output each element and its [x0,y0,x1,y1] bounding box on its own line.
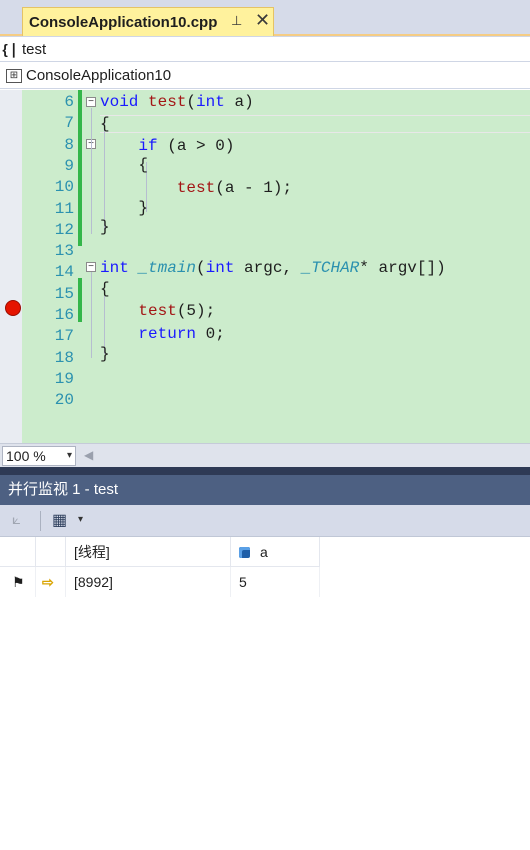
outline-guide [91,272,92,358]
code-line[interactable]: { [100,114,110,134]
pin-icon[interactable]: ⊥ [231,13,242,29]
code-line[interactable]: return 0; [100,324,224,344]
collapse-icon[interactable]: − [86,97,96,107]
thread-column-label: [线程] [74,544,110,560]
code-line[interactable]: { [100,155,148,175]
breakpoint-icon[interactable] [5,300,21,316]
variable-column-label: a [260,544,268,560]
variable-column-header[interactable]: a [231,537,320,567]
table-row-thread[interactable]: [8992] [66,567,231,597]
code-line[interactable]: } [100,198,148,218]
change-tracking-bar [78,90,82,246]
zoom-level-value: 100 % [6,448,46,464]
parallel-watch-grid: [线程] a ⚑ ⇨ [8992] 5 [0,537,530,850]
change-tracking-bar [78,278,82,322]
code-line[interactable]: void test(int a) [100,92,254,112]
panel-splitter[interactable] [0,467,530,475]
collapse-icon[interactable]: − [86,262,96,272]
chevron-down-icon: ▾ [66,450,72,461]
code-line[interactable]: { [100,279,110,299]
current-line-highlight [100,115,530,133]
function-scope-icon: {❘ [2,40,20,57]
thread-column-header[interactable]: [线程] [66,537,231,567]
code-line[interactable]: int _tmain(int argc, _TCHAR* argv[]) [100,258,446,278]
code-line[interactable]: if (a > 0) [100,136,234,156]
close-icon[interactable]: ✕ [255,10,270,31]
line-number: 10 [54,178,74,197]
line-number: 9 [64,156,74,175]
chevron-down-icon[interactable]: ▾ [78,514,83,525]
line-number: 18 [54,348,74,367]
code-line[interactable]: } [100,217,110,237]
line-number: 13 [54,242,74,261]
project-icon: ⊞ [6,68,22,83]
line-number: 6 [64,93,74,111]
line-number: 20 [54,391,74,410]
line-number: 19 [54,369,74,388]
panel-title: 并行监视 1 - test [0,475,530,505]
table-view-icon[interactable]: ▦ [52,510,67,530]
current-column-header[interactable] [36,537,66,567]
line-number: 16 [54,306,74,324]
scroll-left-icon[interactable]: ◀ [84,448,93,462]
indicator-margin[interactable] [0,90,22,443]
flag-column-header[interactable] [0,537,36,567]
filter-icon[interactable]: ⟀ [12,511,21,528]
line-number: 8 [64,135,74,154]
project-label: ConsoleApplication10 [26,67,172,84]
document-tab[interactable]: ConsoleApplication10.cpp ⊥ ✕ [22,7,274,36]
code-editor[interactable]: 67891011121314151617181920 − − − void te… [0,90,530,443]
code-line[interactable]: test(5); [100,301,215,321]
line-number: 17 [54,327,74,346]
editor-zoom-bar: 100 % ▾ ◀ [0,443,530,467]
table-row-value[interactable]: 5 [231,567,320,597]
table-row-flag[interactable]: ⚑ [0,567,36,597]
scope-label: test [22,40,47,58]
toolbar-separator [40,511,41,531]
variable-value: 5 [239,574,247,590]
line-number: 7 [64,114,74,133]
table-row-current: ⇨ [36,567,66,597]
line-number: 12 [54,220,74,239]
line-number: 11 [54,199,74,218]
line-number: 14 [54,263,74,282]
panel-toolbar: ⟀ ▦ ▾ [0,505,530,537]
zoom-level-dropdown[interactable]: 100 % ▾ [2,446,76,466]
flag-icon: ⚑ [12,574,25,590]
outline-guide [91,108,92,234]
thread-id: [8992] [74,574,113,590]
scope-navigation-bar[interactable]: {❘ test [0,36,530,62]
tab-title: ConsoleApplication10.cpp [29,13,218,31]
project-navigation-bar[interactable]: ⊞ ConsoleApplication10 [0,63,530,89]
code-line[interactable]: test(a - 1); [100,178,292,198]
variable-icon [239,547,250,558]
line-number: 15 [54,284,74,303]
document-tab-strip: ConsoleApplication10.cpp ⊥ ✕ [0,0,530,36]
current-thread-arrow-icon: ⇨ [42,574,54,590]
code-line[interactable]: } [100,344,110,364]
